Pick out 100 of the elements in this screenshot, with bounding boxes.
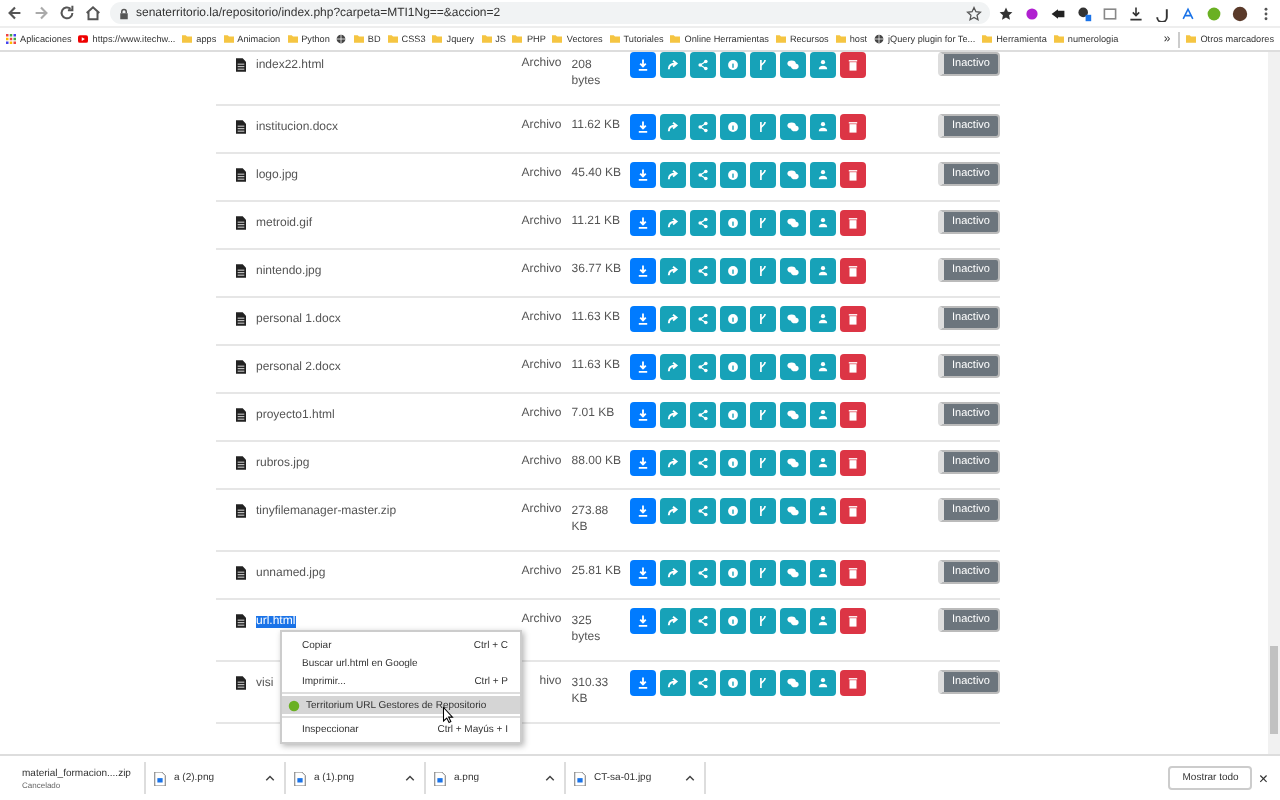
branch-button[interactable] (750, 258, 777, 284)
info-button[interactable] (720, 162, 747, 188)
forward-icon[interactable] (32, 4, 50, 22)
download-button[interactable] (630, 258, 657, 284)
forward-button[interactable] (660, 210, 687, 236)
branch-button[interactable] (750, 608, 777, 634)
forward-button[interactable] (660, 450, 687, 476)
delete-button[interactable] (840, 354, 867, 380)
download-button[interactable] (630, 306, 657, 332)
close-button[interactable]: × (1252, 769, 1274, 787)
chat-button[interactable] (780, 608, 807, 634)
forward-button[interactable] (660, 670, 687, 696)
forward-button[interactable] (660, 306, 687, 332)
info-button[interactable] (720, 52, 747, 78)
share-button[interactable] (690, 162, 717, 188)
delete-button[interactable] (840, 114, 867, 140)
reload-icon[interactable] (58, 4, 76, 22)
chat-button[interactable] (780, 560, 807, 586)
share-button[interactable] (690, 306, 717, 332)
people-button[interactable] (810, 560, 837, 586)
delete-button[interactable] (840, 52, 867, 78)
branch-button[interactable] (750, 162, 777, 188)
people-button[interactable] (810, 306, 837, 332)
share-button[interactable] (690, 608, 717, 634)
extension-icon[interactable] (1050, 5, 1066, 21)
info-button[interactable] (720, 608, 747, 634)
chat-button[interactable] (780, 498, 807, 524)
bookmark[interactable] (336, 34, 347, 44)
info-button[interactable] (720, 354, 747, 380)
chat-button[interactable] (780, 114, 807, 140)
delete-button[interactable] (840, 560, 867, 586)
home-icon[interactable] (84, 4, 102, 22)
people-button[interactable] (810, 210, 837, 236)
forward-button[interactable] (660, 560, 687, 586)
share-button[interactable] (690, 52, 717, 78)
share-button[interactable] (690, 210, 717, 236)
forward-button[interactable] (660, 114, 687, 140)
share-button[interactable] (690, 114, 717, 140)
extension-icon[interactable] (998, 5, 1014, 21)
delete-button[interactable] (840, 258, 867, 284)
chat-button[interactable] (780, 258, 807, 284)
branch-button[interactable] (750, 210, 777, 236)
forward-button[interactable] (660, 162, 687, 188)
download-button[interactable] (630, 162, 657, 188)
share-button[interactable] (690, 402, 717, 428)
delete-button[interactable] (840, 608, 867, 634)
info-button[interactable] (720, 498, 747, 524)
branch-button[interactable] (750, 560, 777, 586)
people-button[interactable] (810, 498, 837, 524)
share-button[interactable] (690, 670, 717, 696)
scrollbar-thumb[interactable] (1270, 646, 1278, 734)
info-button[interactable] (720, 402, 747, 428)
share-button[interactable] (690, 560, 717, 586)
caret-icon[interactable] (544, 772, 556, 784)
people-button[interactable] (810, 670, 837, 696)
download-button[interactable] (630, 210, 657, 236)
chat-button[interactable] (780, 306, 807, 332)
branch-button[interactable] (750, 498, 777, 524)
info-button[interactable] (720, 450, 747, 476)
star-icon[interactable] (966, 5, 982, 21)
people-button[interactable] (810, 608, 837, 634)
caret-icon[interactable] (264, 772, 276, 784)
extension-icon[interactable] (1154, 5, 1170, 21)
people-button[interactable] (810, 114, 837, 140)
back-icon[interactable] (6, 4, 24, 22)
delete-button[interactable] (840, 210, 867, 236)
download-button[interactable] (630, 560, 657, 586)
chat-button[interactable] (780, 354, 807, 380)
info-button[interactable] (720, 560, 747, 586)
branch-button[interactable] (750, 670, 777, 696)
info-button[interactable] (720, 258, 747, 284)
caret-icon[interactable] (684, 772, 696, 784)
forward-button[interactable] (660, 498, 687, 524)
branch-button[interactable] (750, 402, 777, 428)
delete-button[interactable] (840, 402, 867, 428)
people-button[interactable] (810, 258, 837, 284)
chat-button[interactable] (780, 162, 807, 188)
delete-button[interactable] (840, 670, 867, 696)
forward-button[interactable] (660, 354, 687, 380)
translate-icon[interactable] (1180, 5, 1196, 21)
forward-button[interactable] (660, 52, 687, 78)
download-button[interactable] (630, 450, 657, 476)
people-button[interactable] (810, 402, 837, 428)
download-button[interactable] (630, 402, 657, 428)
branch-button[interactable] (750, 114, 777, 140)
people-button[interactable] (810, 450, 837, 476)
caret-icon[interactable] (404, 772, 416, 784)
chat-button[interactable] (780, 402, 807, 428)
delete-button[interactable] (840, 498, 867, 524)
branch-button[interactable] (750, 52, 777, 78)
info-button[interactable] (720, 114, 747, 140)
people-button[interactable] (810, 354, 837, 380)
chat-button[interactable] (780, 52, 807, 78)
download-button[interactable] (630, 608, 657, 634)
avatar-icon[interactable] (1232, 5, 1248, 21)
delete-button[interactable] (840, 162, 867, 188)
share-button[interactable] (690, 498, 717, 524)
share-button[interactable] (690, 258, 717, 284)
info-button[interactable] (720, 210, 747, 236)
branch-button[interactable] (750, 306, 777, 332)
